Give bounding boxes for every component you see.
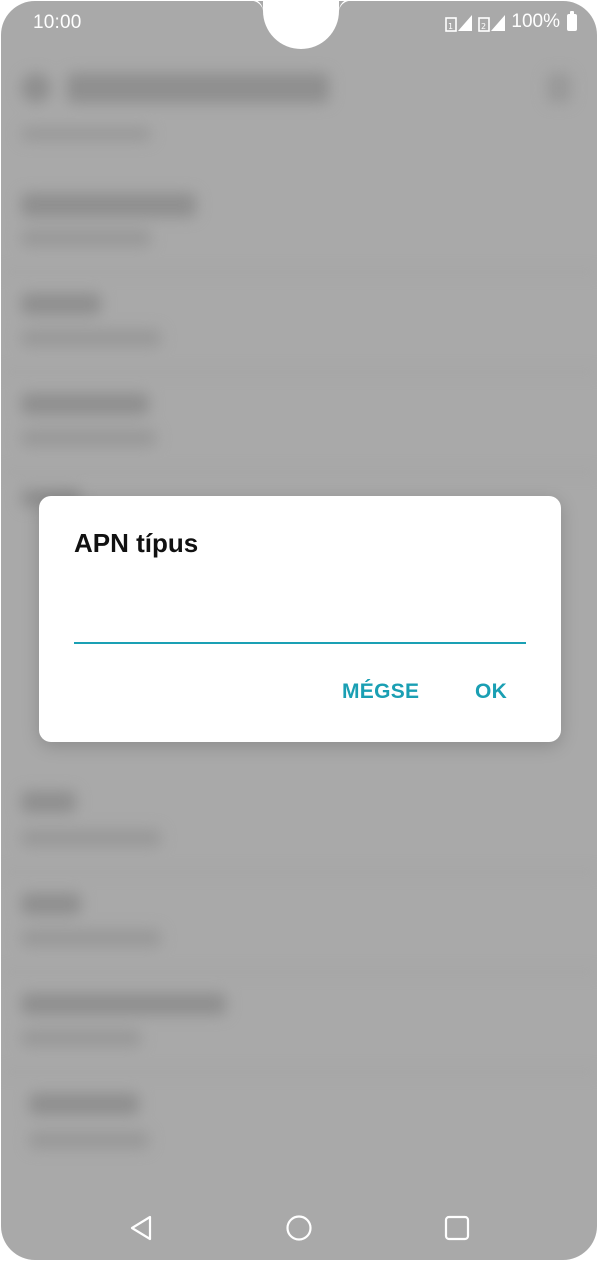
svg-text:1: 1 [448,22,453,31]
recent-apps-icon [444,1215,470,1241]
svg-text:2: 2 [481,22,486,31]
cancel-button[interactable]: MÉGSE [342,680,419,704]
ok-button[interactable]: OK [475,680,507,704]
navigation-bar [1,1196,597,1260]
home-button[interactable] [283,1212,315,1244]
sim2-signal-icon: 2 [478,12,506,32]
phone-frame: 10:00 1 2 100% APN típus MÉGSE OK [0,0,598,1262]
dialog-title: APN típus [74,528,199,558]
status-time: 10:00 [33,12,82,33]
back-button[interactable] [125,1212,157,1244]
battery-percent: 100% [511,11,560,32]
back-icon [130,1215,152,1241]
apn-type-input[interactable] [74,596,526,644]
sim1-signal-icon: 1 [445,12,473,32]
screen: 10:00 1 2 100% APN típus MÉGSE OK [1,1,597,1260]
apn-type-dialog: APN típus MÉGSE OK [39,496,561,742]
status-icons: 1 2 100% [445,10,577,33]
home-icon [286,1215,312,1241]
recent-apps-button[interactable] [441,1212,473,1244]
battery-icon [567,10,577,31]
